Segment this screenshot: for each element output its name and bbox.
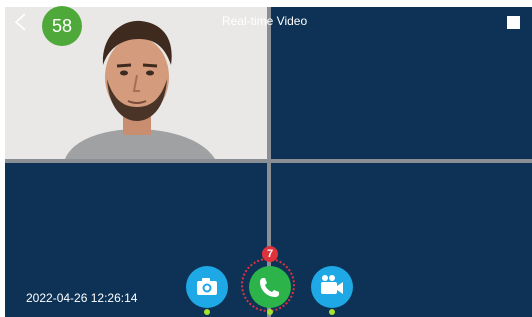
timestamp: 2022-04-26 12:26:14 [26,291,138,305]
camera-icon [197,278,217,295]
answer-call-button[interactable] [249,266,291,308]
snapshot-button[interactable] [186,266,228,308]
chevron-left-icon [14,13,26,31]
back-button[interactable] [12,12,28,32]
indicator-dot [267,309,273,315]
indicator-dot [329,309,335,315]
video-camera-icon [321,275,343,294]
missed-calls-badge: 7 [262,246,278,262]
fullscreen-button[interactable] [507,16,520,29]
countdown-timer: 58 [42,6,82,46]
grid-divider-horizontal [5,159,532,163]
indicator-dot [204,309,210,315]
phone-icon [260,278,279,297]
record-button[interactable] [311,266,353,308]
video-slot-2[interactable] [271,7,532,159]
page-title: Real-time Video [222,14,308,28]
